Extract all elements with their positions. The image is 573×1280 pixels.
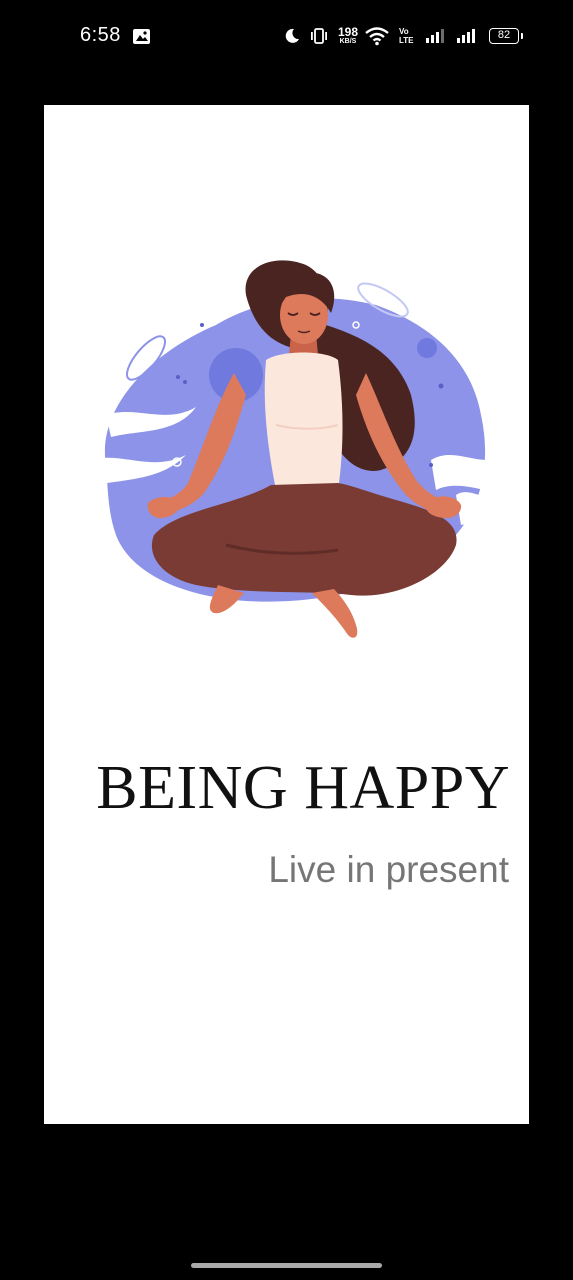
app-subtitle: Live in present	[268, 849, 509, 890]
signal-icon-2	[456, 28, 482, 49]
meditation-illustration	[76, 255, 506, 640]
home-indicator[interactable]	[191, 1263, 382, 1268]
network-speed-unit: KB/S	[339, 38, 357, 45]
status-bar: 6:58 198 KB/S Vo LTE 82	[0, 0, 573, 74]
vibrate-icon	[309, 27, 329, 50]
network-speed: 198 KB/S	[336, 26, 360, 45]
gallery-notification-icon	[132, 27, 151, 51]
splash-screen: BEING HAPPY Live in present	[44, 105, 529, 1124]
moon-icon	[283, 27, 301, 50]
signal-icon	[425, 28, 447, 49]
status-time: 6:58	[80, 24, 121, 46]
volte-label: Vo LTE	[399, 27, 414, 45]
wifi-icon	[365, 26, 389, 51]
app-title: BEING HAPPY	[96, 754, 510, 822]
network-speed-value: 198	[337, 25, 359, 39]
battery-icon: 82	[489, 28, 523, 44]
